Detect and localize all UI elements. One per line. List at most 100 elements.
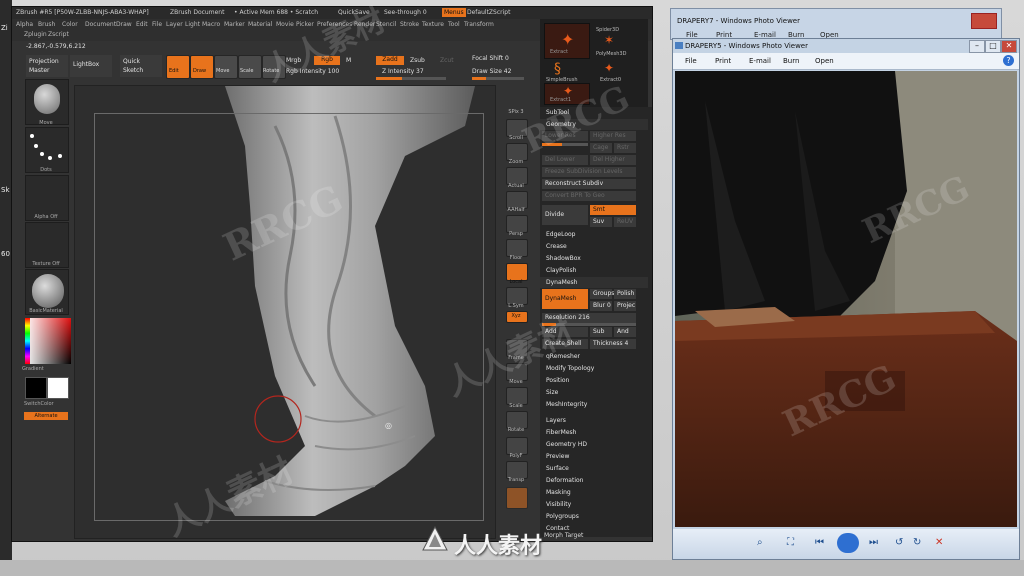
- minimize-button[interactable]: –: [969, 40, 985, 53]
- groups-toggle[interactable]: Groups: [590, 289, 614, 299]
- color-picker[interactable]: [25, 318, 71, 364]
- extract0-icon[interactable]: ✦: [604, 61, 614, 75]
- z-intensity-slider[interactable]: Z Intensity 37: [382, 68, 424, 75]
- draw-size-slider[interactable]: Draw Size 42: [472, 68, 511, 75]
- cage-button[interactable]: Cage: [590, 143, 612, 153]
- menu-print[interactable]: Print: [715, 57, 731, 65]
- close-button[interactable]: ✕: [1001, 40, 1017, 53]
- actual-size-icon[interactable]: ⛶: [787, 537, 794, 548]
- delete-icon[interactable]: ✕: [935, 537, 943, 548]
- alternate-button[interactable]: Alternate: [24, 412, 68, 420]
- modify-topology-section[interactable]: Modify Topology: [540, 363, 648, 374]
- hue-strip[interactable]: [25, 318, 30, 364]
- primary-color-swatch[interactable]: [25, 377, 47, 399]
- close-button[interactable]: [971, 13, 997, 29]
- del-lower-button[interactable]: Del Lower: [542, 155, 588, 165]
- smt-toggle[interactable]: Smt: [590, 205, 636, 215]
- slideshow-button[interactable]: [837, 533, 859, 553]
- rstr-button[interactable]: Rstr: [614, 143, 636, 153]
- previous-icon[interactable]: ⏮: [815, 537, 824, 548]
- project-toggle[interactable]: Projec: [614, 301, 636, 311]
- menu-draw[interactable]: Draw: [116, 21, 132, 28]
- menu-light[interactable]: Light: [185, 21, 200, 28]
- help-icon[interactable]: ?: [1003, 55, 1014, 66]
- rotate-cw-icon[interactable]: ↻: [913, 537, 921, 548]
- reuv-button[interactable]: ReUV: [614, 217, 636, 227]
- preview-section[interactable]: Preview: [540, 451, 648, 462]
- menu-stroke[interactable]: Stroke: [400, 21, 419, 28]
- polygroups-section[interactable]: Polygroups: [540, 511, 648, 522]
- meshintegrity-section[interactable]: MeshIntegrity: [540, 399, 648, 410]
- simplebrush-icon[interactable]: §: [554, 61, 561, 77]
- dynamesh-button[interactable]: DynaMesh: [542, 289, 588, 309]
- see-through-slider[interactable]: See-through 0: [384, 9, 427, 16]
- scale-button[interactable]: Scale: [238, 55, 262, 79]
- zoom-icon[interactable]: ⌕: [757, 537, 763, 548]
- menu-marker[interactable]: Marker: [224, 21, 245, 28]
- photo-viewer-window[interactable]: DRAPERY5 - Windows Photo Viewer – □ ✕ Fi…: [672, 38, 1020, 560]
- convert-bpr-button[interactable]: Convert BPR To Geo: [542, 191, 636, 201]
- menu-email[interactable]: E-mail: [749, 57, 771, 65]
- zsub-button[interactable]: Zsub: [410, 57, 425, 64]
- projection-master-button[interactable]: Projection Master: [26, 55, 68, 77]
- shadowbox-section[interactable]: ShadowBox: [540, 253, 648, 264]
- claypolish-section[interactable]: ClayPolish: [540, 265, 648, 276]
- quick-sketch-button[interactable]: Quick Sketch: [120, 55, 162, 77]
- lightbox-button[interactable]: LightBox: [70, 55, 112, 77]
- maximize-button[interactable]: □: [985, 40, 1001, 53]
- menu-file[interactable]: File: [152, 21, 162, 28]
- menu-zplugin[interactable]: Zplugin: [24, 31, 47, 38]
- menu-open[interactable]: Open: [815, 57, 834, 65]
- move-button[interactable]: Move: [214, 55, 238, 79]
- morph-target-section[interactable]: Morph Target: [544, 532, 583, 539]
- blur-slider[interactable]: Blur 0: [590, 301, 612, 311]
- divide-button[interactable]: Divide: [542, 205, 588, 225]
- crease-section[interactable]: Crease: [540, 241, 648, 252]
- visibility-section[interactable]: Visibility: [540, 499, 648, 510]
- menu-brush[interactable]: Brush: [38, 21, 55, 28]
- spix-label[interactable]: SPix 3: [504, 109, 528, 115]
- zadd-button[interactable]: Zadd: [376, 56, 404, 65]
- menu-texture[interactable]: Texture: [422, 21, 444, 28]
- suv-toggle[interactable]: Suv: [590, 217, 612, 227]
- menu-document[interactable]: Document: [85, 21, 116, 28]
- menu-file[interactable]: File: [685, 57, 697, 65]
- layers-section[interactable]: Layers: [540, 415, 648, 426]
- menu-tool[interactable]: Tool: [448, 21, 460, 28]
- thickness-slider[interactable]: Thickness 4: [590, 339, 636, 349]
- masking-section[interactable]: Masking: [540, 487, 648, 498]
- gradient-label[interactable]: Gradient: [22, 366, 64, 372]
- menu-movie[interactable]: Movie: [276, 21, 294, 28]
- focal-shift-slider[interactable]: Focal Shift 0: [472, 55, 509, 62]
- next-icon[interactable]: ⏭: [869, 537, 878, 548]
- and-button[interactable]: And: [614, 327, 636, 337]
- sub-button[interactable]: Sub: [590, 327, 612, 337]
- fibermesh-section[interactable]: FiberMesh: [540, 427, 648, 438]
- menu-layer[interactable]: Layer: [166, 21, 183, 28]
- draw-size-track[interactable]: [472, 77, 524, 80]
- switch-color-button[interactable]: SwitchColor: [24, 401, 66, 407]
- secondary-color-swatch[interactable]: [47, 377, 69, 399]
- menu-zscript[interactable]: Zscript: [48, 31, 69, 38]
- menu-macro[interactable]: Macro: [202, 21, 220, 28]
- edit-button[interactable]: Edit: [166, 55, 190, 79]
- geometry-hd-section[interactable]: Geometry HD: [540, 439, 648, 450]
- menu-alpha[interactable]: Alpha: [16, 21, 33, 28]
- polymesh-star-icon[interactable]: ✶: [604, 33, 614, 47]
- del-higher-button[interactable]: Del Higher: [590, 155, 636, 165]
- solo-button[interactable]: [506, 487, 528, 509]
- menu-material[interactable]: Material: [248, 21, 272, 28]
- brush-thumbnail[interactable]: [25, 79, 69, 125]
- higher-res-button[interactable]: Higher Res: [590, 131, 636, 141]
- m-button[interactable]: M: [346, 57, 351, 64]
- menu-edit[interactable]: Edit: [136, 21, 148, 28]
- reconstruct-subdiv-button[interactable]: Reconstruct Subdiv: [542, 179, 636, 189]
- deformation-section[interactable]: Deformation: [540, 475, 648, 486]
- zbrush-window[interactable]: ZBrush #R5 [P50W-ZLBB-NNJS-ABA3-WHAP] ZB…: [11, 6, 653, 542]
- polish-toggle[interactable]: Polish: [614, 289, 636, 299]
- menu-transform[interactable]: Transform: [464, 21, 494, 28]
- freeze-subdiv-button[interactable]: Freeze SubDivision Levels: [542, 167, 636, 177]
- position-section[interactable]: Position: [540, 375, 648, 386]
- dynamesh-section[interactable]: DynaMesh: [540, 277, 648, 288]
- size-section[interactable]: Size: [540, 387, 648, 398]
